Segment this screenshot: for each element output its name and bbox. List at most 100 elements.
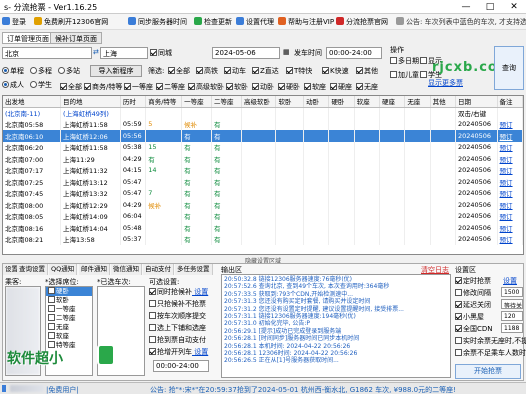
- seat-filter-0[interactable]: 全部: [60, 82, 82, 92]
- hide-settings-splitter[interactable]: 隐藏设置区域: [2, 256, 524, 265]
- setting-value-input[interactable]: 等待关闭: [501, 299, 523, 309]
- seat-filter-7[interactable]: 硬卧: [278, 82, 300, 92]
- import-button[interactable]: 导入新程序: [90, 65, 142, 77]
- tab-multitask[interactable]: 多任务设置: [175, 264, 213, 275]
- display-checkbox[interactable]: [420, 57, 427, 64]
- trip-multi[interactable]: 多程: [30, 66, 52, 76]
- seat-filter-3[interactable]: 二等座: [156, 82, 185, 92]
- book-link[interactable]: 预订: [497, 141, 523, 153]
- book-link[interactable]: 预订: [497, 210, 523, 222]
- option-5[interactable]: 抢增开列车 设置: [149, 347, 208, 357]
- seat-filter-7-checkbox[interactable]: [278, 83, 285, 90]
- book-link[interactable]: 预订: [497, 176, 523, 188]
- book-link[interactable]: 预订: [497, 187, 523, 199]
- table-row[interactable]: 北京南08:00 上海虹桥12:29 04:29 候补有有 20240506 预订: [3, 199, 523, 211]
- book-link[interactable]: 预订: [497, 130, 523, 142]
- add-child-checkbox[interactable]: [390, 71, 397, 78]
- tab-orders[interactable]: 订单管理页面: [2, 32, 54, 44]
- grid-header-cell[interactable]: 目的地: [60, 96, 121, 108]
- setting-1[interactable]: 修改间隔: [455, 288, 491, 298]
- tab-waitlist[interactable]: 候补订单页面: [50, 32, 102, 44]
- table-row[interactable]: 北京南05:58 上海虹桥11:58 05:59 5 候补有 20240506 预订: [3, 118, 523, 130]
- seat-filter-4-checkbox[interactable]: [188, 83, 195, 90]
- same-city-check[interactable]: 同城: [150, 48, 172, 58]
- grid-header-cell[interactable]: 软座: [354, 96, 381, 108]
- filter-gaotie-checkbox[interactable]: [196, 67, 203, 74]
- option-settings-link[interactable]: 设置: [192, 288, 208, 296]
- book-link[interactable]: 预订: [497, 153, 523, 165]
- seat-checkbox[interactable]: [48, 314, 55, 321]
- seat-filter-3-checkbox[interactable]: [156, 83, 163, 90]
- seat-filter-10[interactable]: 无座: [356, 82, 378, 92]
- seat-checkbox[interactable]: [48, 296, 55, 303]
- table-row[interactable]: 北京南07:00 上海11:29 04:29 有有有 20240506 预订: [3, 153, 523, 165]
- filter-dongche[interactable]: 动车: [224, 66, 246, 76]
- date-input[interactable]: 2024-05-06: [212, 47, 280, 59]
- passenger-student[interactable]: 学生: [30, 80, 52, 90]
- book-link[interactable]: 预订: [497, 199, 523, 211]
- trip-one-way-radio[interactable]: [2, 67, 9, 74]
- query-button[interactable]: 查询: [494, 46, 524, 90]
- swap-icon[interactable]: ⇄: [93, 48, 99, 56]
- book-link[interactable]: 预订: [497, 222, 523, 234]
- tab-autopay[interactable]: 自动支付: [143, 264, 174, 275]
- filter-k[interactable]: K快速: [322, 66, 349, 76]
- table-row[interactable]: 北京南06:20 上海虹桥11:58 05:38 15 有有 20240506 预订: [3, 141, 523, 153]
- grid-header-cell[interactable]: 出发地: [3, 96, 62, 108]
- maximize-icon[interactable]: □: [478, 0, 502, 14]
- table-row[interactable]: 北京南07:25 上海虹桥13:12 05:47 有有 20240506 预订: [3, 176, 523, 188]
- setting-value-input[interactable]: 1188: [501, 323, 523, 333]
- more-tickets-link[interactable]: 显示更多票: [428, 78, 463, 88]
- seat-list-item[interactable]: 无座: [46, 323, 92, 332]
- setting-value-input[interactable]: 120: [501, 311, 523, 321]
- filter-k-checkbox[interactable]: [322, 67, 329, 74]
- option-1[interactable]: 只抢候补不抢票: [149, 299, 206, 309]
- filter-z-checkbox[interactable]: [252, 67, 259, 74]
- student-checkbox[interactable]: [420, 71, 427, 78]
- filter-other-checkbox[interactable]: [356, 67, 363, 74]
- passenger-adult[interactable]: 成人: [2, 80, 24, 90]
- menu-help-vip[interactable]: 帮助与注册VIP: [278, 17, 334, 27]
- menu-proxy[interactable]: 设置代理: [236, 17, 274, 27]
- seat-list-item[interactable]: 软卧: [46, 296, 92, 305]
- option-4[interactable]: 抢到票自动支付: [149, 335, 206, 345]
- tab-query-settings[interactable]: 查询设置: [17, 264, 48, 275]
- grid-header-cell[interactable]: 商务/特等: [145, 96, 183, 108]
- trip-one-way[interactable]: 单程: [2, 66, 24, 76]
- adult-radio[interactable]: [2, 81, 9, 88]
- add-child-check[interactable]: 加儿童: [390, 70, 419, 80]
- from-station-input[interactable]: 北京: [2, 47, 92, 59]
- book-link[interactable]: 预订: [497, 118, 523, 130]
- depart-time-select[interactable]: 00:00-24:00: [326, 47, 382, 59]
- option-2[interactable]: 按车次顺序提交: [149, 311, 206, 321]
- seat-filter-0-checkbox[interactable]: [60, 83, 67, 90]
- setting-checkbox[interactable]: [455, 289, 462, 296]
- seat-filter-5-checkbox[interactable]: [226, 83, 233, 90]
- option-checkbox[interactable]: [149, 324, 156, 331]
- option-0[interactable]: 同时抢候补 设置: [149, 287, 208, 297]
- tab-wechat[interactable]: 微信通知: [111, 264, 142, 275]
- table-row[interactable]: 北京南07:17 上海虹桥11:32 04:15 14 有有 20240506 预订: [3, 164, 523, 176]
- setting-checkbox[interactable]: [455, 337, 462, 344]
- filter-gaotie[interactable]: 高铁: [196, 66, 218, 76]
- filter-all-checkbox[interactable]: [168, 67, 175, 74]
- seat-filter-1[interactable]: 商务/特等: [84, 82, 122, 92]
- table-row[interactable]: 北京南08:16 上海虹桥14:04 05:48 有有 20240506 预订: [3, 222, 523, 234]
- filter-all[interactable]: 全部: [168, 66, 190, 76]
- seat-filter-9[interactable]: 硬座: [330, 82, 352, 92]
- filter-other[interactable]: 其他: [356, 66, 378, 76]
- setting-checkbox[interactable]: [455, 313, 462, 320]
- setting-value-input[interactable]: 1500: [501, 287, 523, 297]
- setting-4[interactable]: 全国CDN: [455, 324, 493, 334]
- grid-header-cell[interactable]: 历时: [120, 96, 147, 108]
- grid-header-cell[interactable]: 其他: [430, 96, 456, 108]
- grid-header-cell[interactable]: 软卧: [275, 96, 305, 108]
- seat-filter-4[interactable]: 高级软卧: [188, 82, 224, 92]
- menu-official-site[interactable]: 分流抢票官网: [336, 17, 388, 27]
- option-settings-link[interactable]: 设置: [192, 348, 208, 356]
- tab-qq[interactable]: QQ通知: [49, 264, 78, 275]
- grid-header-cell[interactable]: 硬座: [379, 96, 406, 108]
- seat-list-item[interactable]: 二等座: [46, 314, 92, 323]
- option-3[interactable]: 选上下铺和选座: [149, 323, 206, 333]
- filter-dongche-checkbox[interactable]: [224, 67, 231, 74]
